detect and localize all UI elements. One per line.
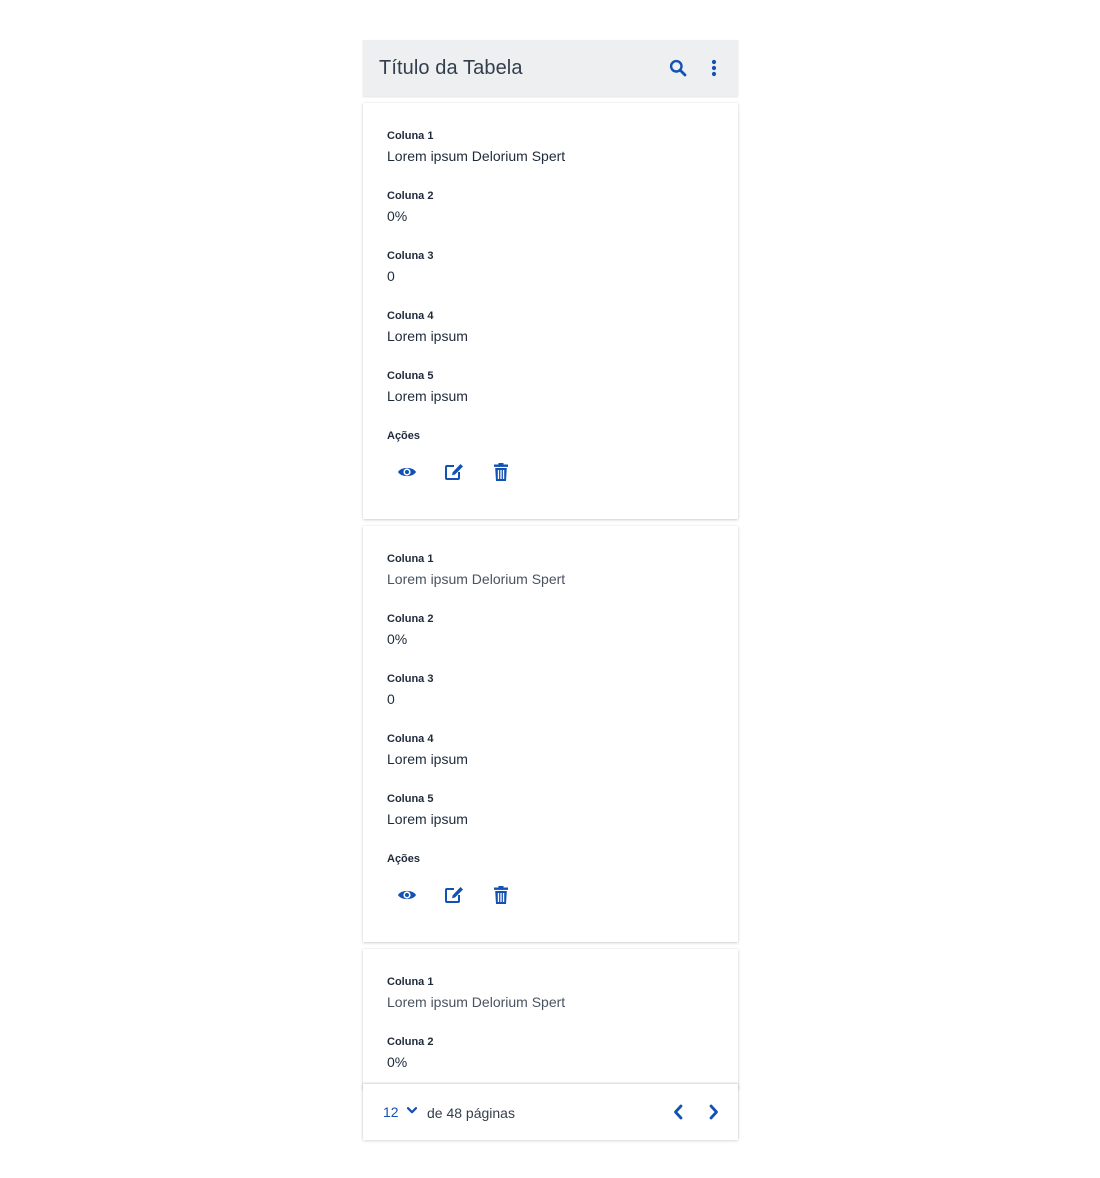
chevron-left-icon[interactable] xyxy=(666,1100,690,1124)
trash-icon[interactable] xyxy=(489,883,513,907)
more-vertical-icon[interactable] xyxy=(702,56,726,80)
field-label: Coluna 3 xyxy=(387,673,434,685)
field-coluna-4: Coluna 4 Lorem ipsum xyxy=(387,731,468,768)
row-actions xyxy=(395,883,513,907)
field-coluna-3: Coluna 3 0 xyxy=(387,671,433,708)
field-coluna-5: Coluna 5 Lorem ipsum xyxy=(387,368,468,405)
field-value: 0% xyxy=(387,1054,408,1070)
field-coluna-1: Coluna 1 Lorem ipsum Delorium Spert xyxy=(387,551,565,588)
table-header: Título da Tabela xyxy=(363,40,738,96)
chevron-right-icon[interactable] xyxy=(702,1100,726,1124)
field-value: Lorem ipsum xyxy=(387,388,468,404)
table-title: Título da Tabela xyxy=(379,57,523,79)
field-value: 0% xyxy=(387,631,408,647)
edit-icon[interactable] xyxy=(442,883,466,907)
row-actions xyxy=(395,460,513,484)
field-value: Lorem ipsum xyxy=(387,328,468,344)
trash-icon[interactable] xyxy=(489,460,513,484)
field-coluna-2: Coluna 2 0% xyxy=(387,1034,433,1071)
field-label: Coluna 3 xyxy=(387,250,434,262)
field-label: Coluna 2 xyxy=(387,1036,434,1048)
field-coluna-4: Coluna 4 Lorem ipsum xyxy=(387,308,468,345)
field-coluna-5: Coluna 5 Lorem ipsum xyxy=(387,791,468,828)
field-label: Coluna 2 xyxy=(387,190,434,202)
field-label: Coluna 1 xyxy=(387,976,434,988)
field-value: Lorem ipsum Delorium Spert xyxy=(387,994,566,1010)
page-count-text: de 48 páginas xyxy=(427,1105,515,1121)
edit-icon[interactable] xyxy=(442,460,466,484)
page-size-value: 12 xyxy=(383,1104,399,1120)
field-label: Coluna 4 xyxy=(387,733,434,745)
eye-icon[interactable] xyxy=(395,460,419,484)
field-label: Coluna 5 xyxy=(387,793,434,805)
actions-label: Ações xyxy=(387,430,421,442)
field-coluna-2: Coluna 2 0% xyxy=(387,611,433,648)
page-size-select[interactable]: 12 xyxy=(383,1104,417,1120)
eye-icon[interactable] xyxy=(395,883,419,907)
field-value: 0% xyxy=(387,208,408,224)
pagination-bar: 12 de 48 páginas xyxy=(363,1084,738,1140)
field-value: Lorem ipsum xyxy=(387,811,468,827)
actions-label: Ações xyxy=(387,853,421,865)
search-icon[interactable] xyxy=(666,56,690,80)
field-label: Coluna 5 xyxy=(387,370,434,382)
field-coluna-3: Coluna 3 0 xyxy=(387,248,433,285)
field-value: Lorem ipsum Delorium Spert xyxy=(387,571,566,587)
field-label: Coluna 4 xyxy=(387,310,434,322)
field-value: 0 xyxy=(387,268,395,284)
table-row-card: Coluna 1 Lorem ipsum Delorium Spert Colu… xyxy=(363,103,738,519)
table-row-card: Coluna 1 Lorem ipsum Delorium Spert Colu… xyxy=(363,949,738,1089)
field-label: Coluna 2 xyxy=(387,613,434,625)
field-label: Coluna 1 xyxy=(387,130,434,142)
field-label: Coluna 1 xyxy=(387,553,434,565)
field-value: Lorem ipsum Delorium Spert xyxy=(387,148,566,164)
field-value: Lorem ipsum xyxy=(387,751,468,767)
field-coluna-1: Coluna 1 Lorem ipsum Delorium Spert xyxy=(387,128,565,165)
table-row-card: Coluna 1 Lorem ipsum Delorium Spert Colu… xyxy=(363,526,738,942)
field-coluna-1: Coluna 1 Lorem ipsum Delorium Spert xyxy=(387,974,565,1011)
field-value: 0 xyxy=(387,691,395,707)
chevron-down-icon xyxy=(406,1106,417,1114)
field-coluna-2: Coluna 2 0% xyxy=(387,188,433,225)
